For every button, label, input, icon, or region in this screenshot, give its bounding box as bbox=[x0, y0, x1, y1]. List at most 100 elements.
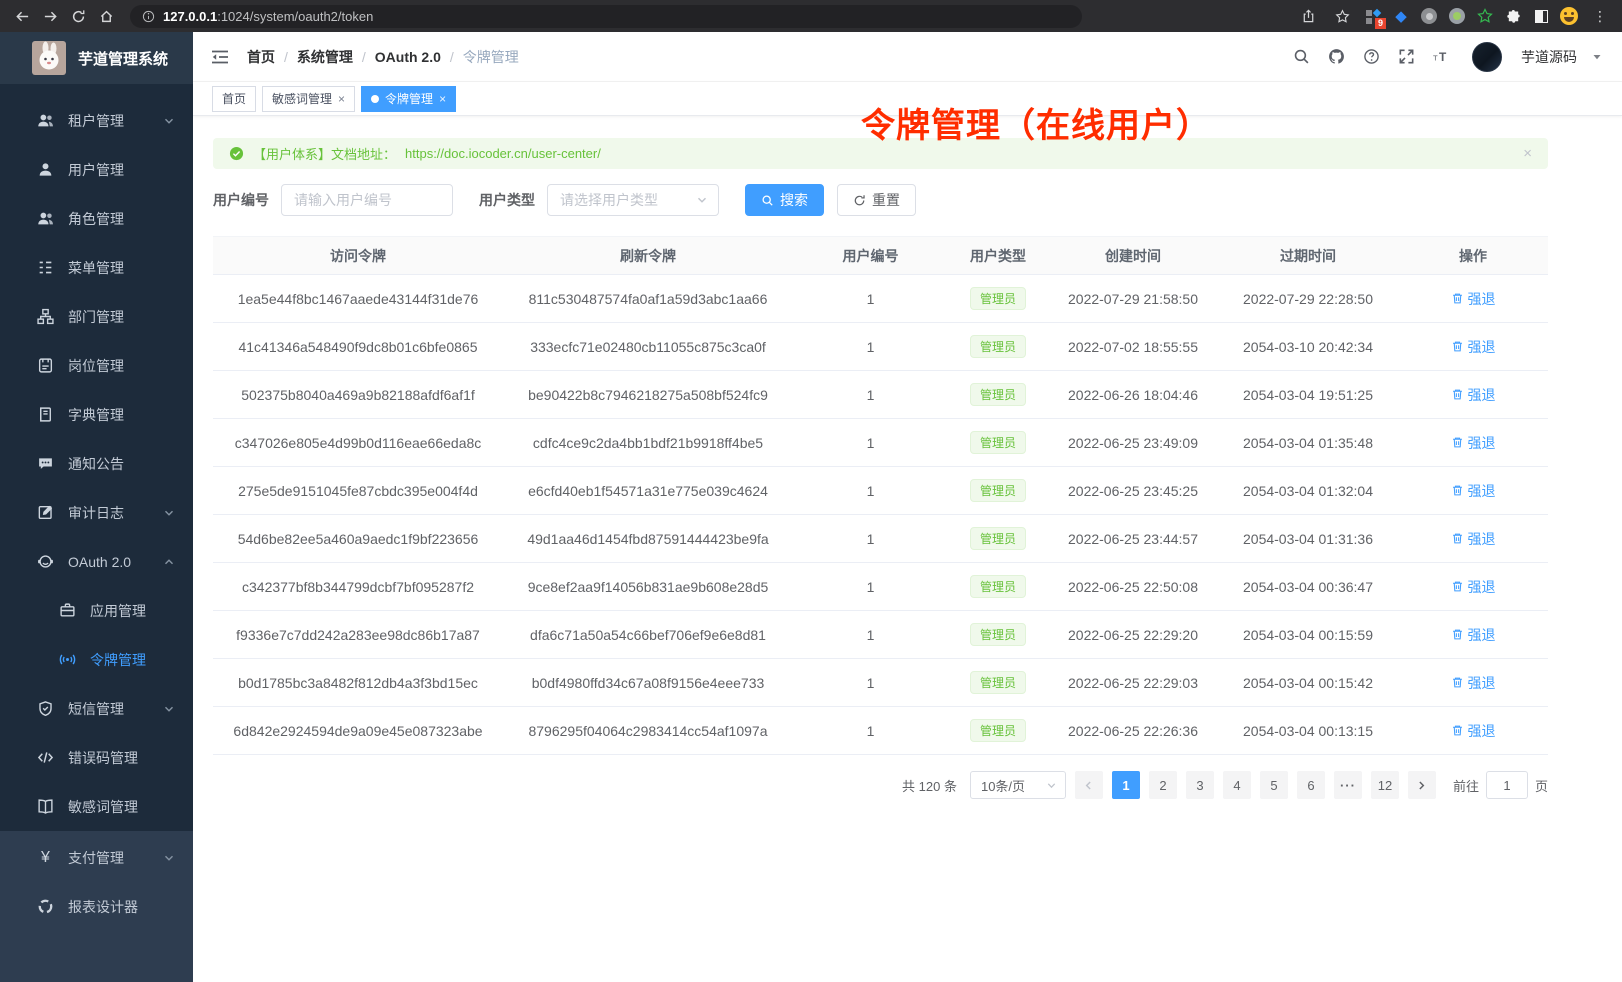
page-button-2[interactable]: 2 bbox=[1149, 771, 1177, 799]
site-info-icon[interactable] bbox=[142, 10, 155, 23]
search-icon[interactable] bbox=[1291, 47, 1311, 67]
yen-icon: ¥ bbox=[36, 848, 55, 867]
browser-forward-icon[interactable] bbox=[38, 4, 62, 28]
github-icon[interactable] bbox=[1326, 47, 1346, 67]
refresh-token-cell: cdfc4ce9c2da4bb1bdf21b9918ff4be5 bbox=[503, 419, 793, 467]
force-logout-button[interactable]: 强退 bbox=[1451, 385, 1496, 405]
sidebar-item-审计日志[interactable]: 审计日志 bbox=[0, 488, 193, 537]
refresh-token-cell: 8796295f04064c2983414cc54af1097a bbox=[503, 707, 793, 755]
trash-icon bbox=[1451, 292, 1464, 305]
goto-page-input[interactable] bbox=[1486, 771, 1528, 799]
force-logout-button[interactable]: 强退 bbox=[1451, 481, 1496, 501]
split-view-icon[interactable] bbox=[1532, 7, 1550, 25]
extension-grid-icon[interactable]: 9 bbox=[1364, 7, 1382, 25]
sidebar-item-应用管理[interactable]: 应用管理 bbox=[0, 586, 193, 635]
create-time-cell: 2022-07-02 18:55:55 bbox=[1048, 323, 1218, 371]
prev-page-button[interactable] bbox=[1075, 771, 1103, 799]
app-logo[interactable]: 芋道管理系统 bbox=[0, 32, 193, 84]
access-token-cell: f9336e7c7dd242a283ee98dc86b17a87 bbox=[213, 611, 503, 659]
share-icon[interactable] bbox=[1296, 4, 1320, 28]
force-logout-button[interactable]: 强退 bbox=[1451, 625, 1496, 645]
tag-首页[interactable]: 首页 bbox=[212, 86, 256, 112]
force-logout-button[interactable]: 强退 bbox=[1451, 673, 1496, 693]
expire-time-cell: 2054-03-04 19:51:25 bbox=[1218, 371, 1398, 419]
breadcrumb-item[interactable]: OAuth 2.0 bbox=[375, 49, 441, 65]
force-logout-button[interactable]: 强退 bbox=[1451, 337, 1496, 357]
force-logout-button[interactable]: 强退 bbox=[1451, 529, 1496, 549]
sidebar-item-菜单管理[interactable]: 菜单管理 bbox=[0, 243, 193, 292]
browser-menu-icon[interactable]: ⋮ bbox=[1588, 4, 1612, 28]
star-extension-icon[interactable] bbox=[1476, 7, 1494, 25]
top-header: 首页/系统管理/OAuth 2.0/令牌管理 TT 芋道源码 bbox=[193, 32, 1622, 82]
sidebar-item-OAuth 2.0[interactable]: OAuth 2.0 bbox=[0, 537, 193, 586]
bookmark-star-icon[interactable] bbox=[1330, 4, 1354, 28]
sidebar-item-角色管理[interactable]: 角色管理 bbox=[0, 194, 193, 243]
expire-time-cell: 2054-03-04 00:15:59 bbox=[1218, 611, 1398, 659]
expire-time-cell: 2054-03-04 01:35:48 bbox=[1218, 419, 1398, 467]
tag-close-icon[interactable]: × bbox=[439, 92, 446, 106]
force-logout-button[interactable]: 强退 bbox=[1451, 289, 1496, 309]
green-dot-extension-icon[interactable] bbox=[1448, 7, 1466, 25]
profile-avatar-icon[interactable] bbox=[1560, 7, 1578, 25]
user-id-input[interactable] bbox=[281, 184, 453, 216]
round-extension-icon[interactable] bbox=[1420, 7, 1438, 25]
sidebar-item-通知公告[interactable]: 通知公告 bbox=[0, 439, 193, 488]
action-cell: 强退 bbox=[1398, 419, 1548, 467]
browser-home-icon[interactable] bbox=[94, 4, 118, 28]
next-page-button[interactable] bbox=[1408, 771, 1436, 799]
sidebar-item-部门管理[interactable]: 部门管理 bbox=[0, 292, 193, 341]
sidebar-item-租户管理[interactable]: 租户管理 bbox=[0, 96, 193, 145]
force-logout-button[interactable]: 强退 bbox=[1451, 577, 1496, 597]
user-id-cell: 1 bbox=[793, 707, 948, 755]
refresh-token-cell: 9ce8ef2aa9f14056b831ae9b608e28d5 bbox=[503, 563, 793, 611]
sidebar-item-支付管理[interactable]: ¥支付管理 bbox=[0, 833, 193, 882]
extensions-puzzle-icon[interactable] bbox=[1504, 7, 1522, 25]
alert-close-icon[interactable]: × bbox=[1523, 145, 1532, 162]
page-size-select[interactable]: 10条/页 bbox=[970, 771, 1066, 799]
page-button-12[interactable]: 12 bbox=[1371, 771, 1399, 799]
fullscreen-icon[interactable] bbox=[1396, 47, 1416, 67]
sidebar-item-岗位管理[interactable]: 岗位管理 bbox=[0, 341, 193, 390]
sidebar-item-用户管理[interactable]: 用户管理 bbox=[0, 145, 193, 194]
breadcrumb-item[interactable]: 系统管理 bbox=[297, 47, 353, 67]
user-menu-caret-icon[interactable] bbox=[1592, 52, 1602, 62]
page-button-4[interactable]: 4 bbox=[1223, 771, 1251, 799]
tag-敏感词管理[interactable]: 敏感词管理× bbox=[262, 86, 355, 112]
reset-button[interactable]: 重置 bbox=[837, 184, 916, 216]
gem-extension-icon[interactable]: ◆ bbox=[1392, 7, 1410, 25]
user-avatar[interactable] bbox=[1472, 42, 1502, 72]
browser-back-icon[interactable] bbox=[10, 4, 34, 28]
sidebar-item-令牌管理[interactable]: 令牌管理 bbox=[0, 635, 193, 684]
user-type-select[interactable]: 请选择用户类型 bbox=[547, 184, 719, 216]
browser-reload-icon[interactable] bbox=[66, 4, 90, 28]
force-logout-button[interactable]: 强退 bbox=[1451, 721, 1496, 741]
force-logout-button[interactable]: 强退 bbox=[1451, 433, 1496, 453]
page-button-3[interactable]: 3 bbox=[1186, 771, 1214, 799]
page-button-6[interactable]: 6 bbox=[1297, 771, 1325, 799]
page-button-1[interactable]: 1 bbox=[1112, 771, 1140, 799]
text-size-icon[interactable]: TT bbox=[1431, 47, 1451, 67]
sidebar-item-字典管理[interactable]: 字典管理 bbox=[0, 390, 193, 439]
tag-令牌管理[interactable]: 令牌管理× bbox=[361, 86, 456, 112]
force-logout-label: 强退 bbox=[1468, 481, 1496, 501]
sidebar-item-敏感词管理[interactable]: 敏感词管理 bbox=[0, 782, 193, 831]
address-bar[interactable]: 127.0.0.1:1024/system/oauth2/token bbox=[130, 5, 1082, 28]
expire-time-cell: 2054-03-04 01:31:36 bbox=[1218, 515, 1398, 563]
more-pages-button[interactable]: ··· bbox=[1334, 771, 1362, 799]
sidebar-item-报表设计器[interactable]: 报表设计器 bbox=[0, 882, 193, 931]
sidebar-item-短信管理[interactable]: 短信管理 bbox=[0, 684, 193, 733]
table-row: 502375b8040a469a9b82188afdf6af1fbe90422b… bbox=[213, 371, 1548, 419]
search-button[interactable]: 搜索 bbox=[745, 184, 824, 216]
user-name[interactable]: 芋道源码 bbox=[1521, 47, 1577, 67]
sidebar-item-label: 部门管理 bbox=[68, 307, 124, 327]
access-token-cell: c342377bf8b344799dcbf7bf095287f2 bbox=[213, 563, 503, 611]
refresh-token-cell: 49d1aa46d1454fbd87591444423be9fa bbox=[503, 515, 793, 563]
sidebar-collapse-icon[interactable] bbox=[209, 46, 231, 68]
tag-close-icon[interactable]: × bbox=[338, 92, 345, 106]
sidebar-item-错误码管理[interactable]: 错误码管理 bbox=[0, 733, 193, 782]
breadcrumb-item[interactable]: 首页 bbox=[247, 47, 275, 67]
page-button-5[interactable]: 5 bbox=[1260, 771, 1288, 799]
doc-link[interactable]: https://doc.iocoder.cn/user-center/ bbox=[405, 146, 601, 161]
expire-time-cell: 2054-03-04 00:13:15 bbox=[1218, 707, 1398, 755]
help-icon[interactable] bbox=[1361, 47, 1381, 67]
